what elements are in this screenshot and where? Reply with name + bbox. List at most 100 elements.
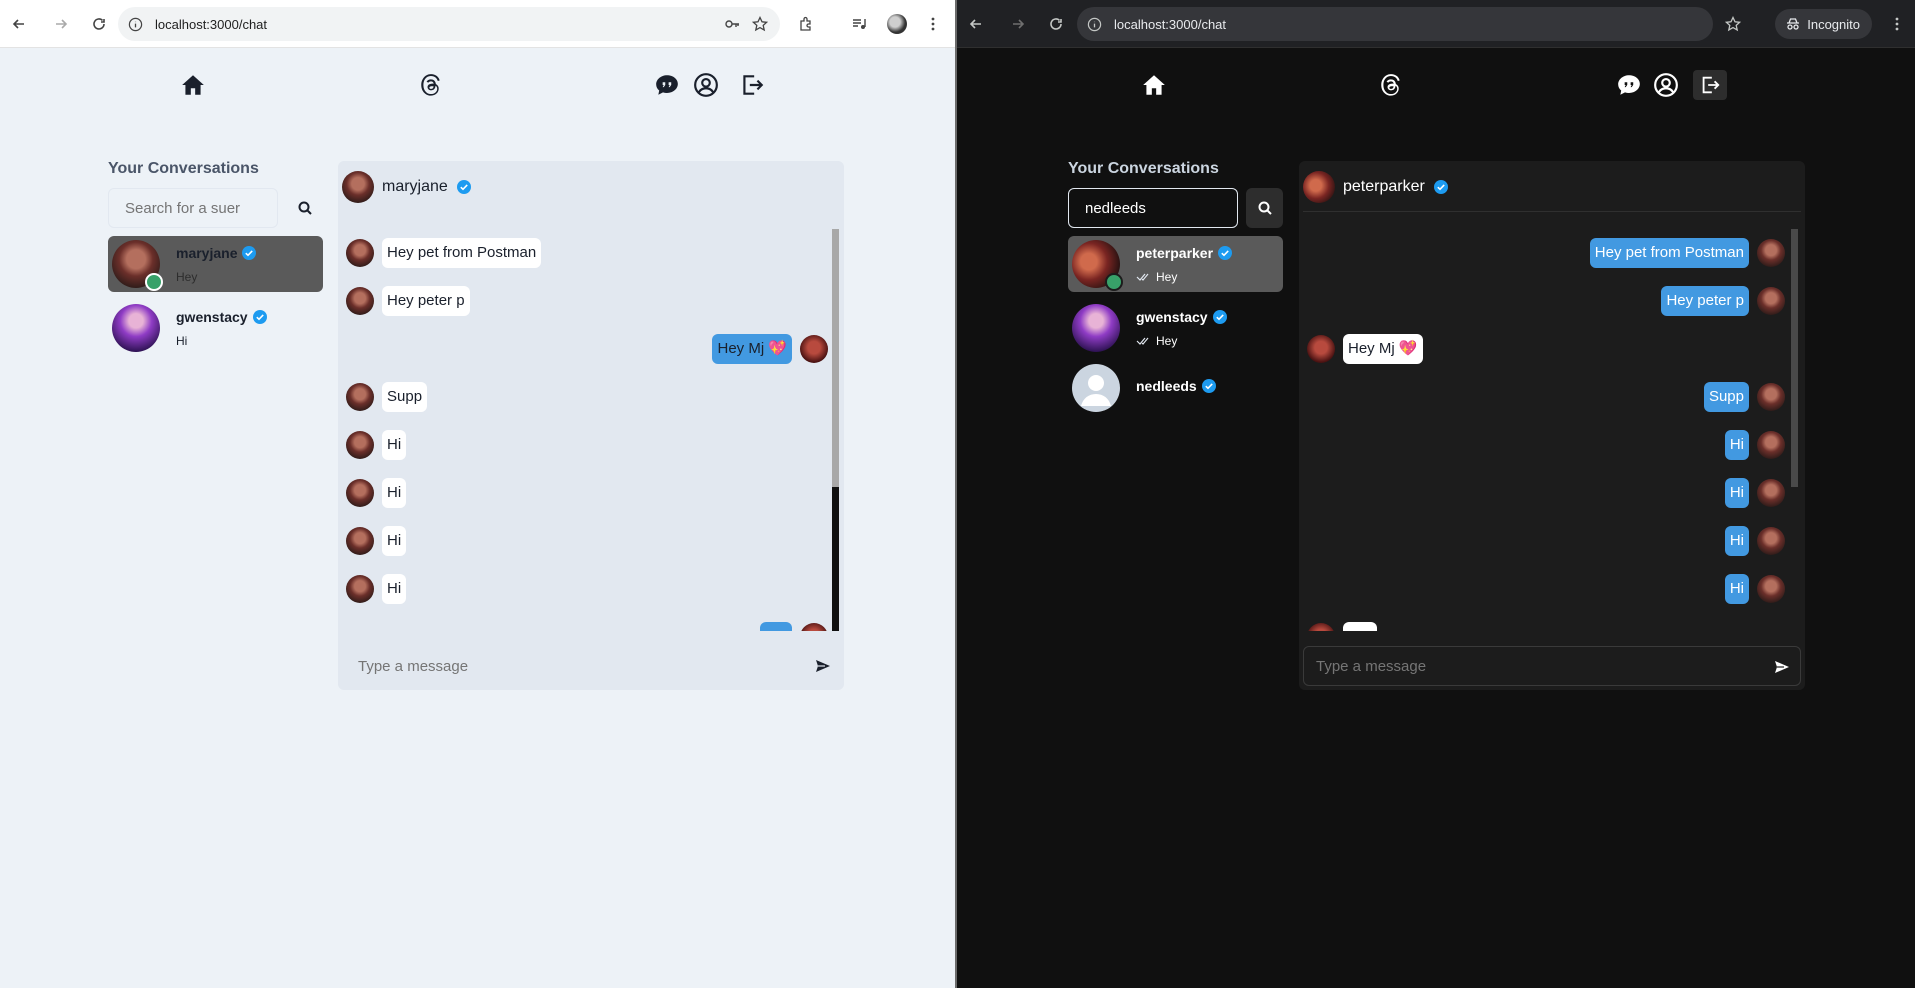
message-sent: Hi — [1307, 469, 1785, 517]
bookmark-star-icon[interactable] — [752, 16, 768, 32]
search-button[interactable] — [1246, 188, 1283, 228]
messages-scrollbar[interactable] — [832, 229, 839, 631]
conversation-name: peterparker — [1136, 244, 1214, 261]
bookmark-star-icon[interactable] — [1725, 16, 1741, 32]
conversation-item-nedleeds[interactable]: nedleeds — [1068, 360, 1283, 416]
own-avatar — [1757, 575, 1785, 603]
message-received — [1307, 613, 1785, 631]
forward-icon[interactable] — [1007, 13, 1029, 35]
back-icon[interactable] — [8, 13, 30, 35]
last-message: Hey — [1156, 333, 1178, 348]
search-input[interactable] — [108, 188, 278, 228]
conversation-item-gwenstacy[interactable]: gwenstacy Hey — [1068, 300, 1283, 356]
reload-icon[interactable] — [1045, 13, 1067, 35]
site-info-icon[interactable] — [1087, 17, 1102, 32]
message-bubble: Hi — [382, 478, 407, 508]
message-received: Hi — [346, 517, 828, 565]
forward-icon[interactable] — [50, 13, 72, 35]
verified-icon — [1218, 245, 1233, 260]
message-bubble: Hey Mj 💖 — [1343, 334, 1423, 364]
reload-icon[interactable] — [88, 13, 110, 35]
own-avatar — [1757, 431, 1785, 459]
own-avatar — [1757, 527, 1785, 555]
sender-avatar — [1307, 335, 1335, 363]
profile-icon[interactable] — [693, 72, 719, 98]
chat-user-avatar — [1303, 171, 1335, 203]
address-bar[interactable]: localhost:3000/chat — [1077, 7, 1741, 41]
scrollbar-thumb[interactable] — [1791, 229, 1798, 487]
chat-bubble-icon[interactable] — [654, 72, 680, 98]
header-divider — [1303, 211, 1801, 212]
incognito-icon — [1787, 18, 1800, 30]
verified-icon — [456, 180, 471, 194]
search-input[interactable] — [1068, 188, 1238, 228]
online-indicator — [1105, 273, 1123, 291]
profile-icon[interactable] — [1653, 72, 1679, 98]
search-button[interactable] — [286, 188, 323, 228]
conversation-name: gwenstacy — [1136, 308, 1208, 325]
verified-icon — [1201, 379, 1216, 393]
browser-menu-icon[interactable] — [1889, 16, 1905, 32]
conversation-item-gwenstacy[interactable]: gwenstacy Hi — [108, 300, 323, 356]
conversation-item-peterparker[interactable]: peterparker Hey — [1068, 236, 1283, 292]
own-avatar — [1757, 383, 1785, 411]
browser-menu-icon[interactable] — [925, 16, 941, 32]
sender-avatar — [346, 239, 374, 267]
scrollbar-thumb[interactable] — [832, 229, 839, 487]
logout-button[interactable] — [1693, 70, 1727, 100]
message-sent — [346, 613, 828, 631]
message-sent: Hi — [1307, 421, 1785, 469]
message-input[interactable] — [358, 657, 778, 675]
home-icon[interactable] — [180, 72, 206, 98]
messages-scrollbar[interactable] — [1791, 229, 1798, 631]
send-icon[interactable] — [815, 658, 831, 674]
chat-user-name: maryjane — [382, 178, 448, 195]
message-bubble — [1343, 622, 1377, 631]
message-input-wrapper — [346, 646, 841, 686]
message-bubble: Hey peter p — [1661, 286, 1749, 316]
message-bubble: Hey pet from Postman — [1589, 238, 1749, 268]
conversation-name: maryjane — [176, 244, 238, 261]
address-bar[interactable]: localhost:3000/chat — [118, 7, 780, 41]
sender-avatar — [346, 479, 374, 507]
message-sent: Hi — [1307, 565, 1785, 613]
message-received: Hey peter p — [346, 277, 828, 325]
conversation-item-maryjane[interactable]: maryjane Hey — [108, 236, 323, 292]
conversation-name: nedleeds — [1136, 378, 1197, 394]
message-input[interactable] — [1316, 657, 1736, 675]
search-icon — [1258, 201, 1272, 215]
verified-icon — [1433, 180, 1448, 194]
search-icon — [298, 201, 312, 215]
message-bubble: Hi — [1724, 430, 1749, 460]
threads-logo-icon[interactable] — [418, 72, 444, 98]
media-control-icon[interactable] — [851, 16, 867, 32]
message-bubble: Hi — [382, 430, 407, 460]
back-icon[interactable] — [965, 13, 987, 35]
message-bubble: Hi — [382, 526, 407, 556]
message-sent: Hey Mj 💖 — [346, 325, 828, 373]
conversation-name: gwenstacy — [176, 308, 248, 325]
messages-list[interactable]: Hey pet from Postman Hey peter p Hey Mj … — [346, 229, 828, 631]
message-sent: Hi — [1307, 517, 1785, 565]
sender-avatar — [346, 383, 374, 411]
own-avatar — [800, 623, 828, 631]
site-info-icon[interactable] — [128, 17, 143, 32]
threads-logo-icon[interactable] — [1378, 72, 1404, 98]
double-check-icon — [1136, 337, 1149, 345]
logout-icon[interactable] — [739, 72, 765, 98]
own-avatar — [1757, 239, 1785, 267]
send-icon[interactable] — [1774, 659, 1790, 675]
incognito-indicator[interactable]: Incognito — [1775, 9, 1872, 39]
scrollbar-track-dark — [832, 487, 839, 631]
chat-header: peterparker — [1303, 171, 1449, 203]
messages-list[interactable]: Hey pet from Postman Hey peter p Hey Mj … — [1307, 229, 1785, 631]
message-bubble: Hi — [1724, 574, 1749, 604]
browser-toolbar: localhost:3000/chat Incognito — [957, 0, 1915, 48]
extensions-icon[interactable] — [798, 16, 814, 32]
online-indicator — [145, 273, 163, 291]
home-icon[interactable] — [1141, 72, 1167, 98]
message-bubble: Supp — [382, 382, 428, 412]
chat-bubble-icon[interactable] — [1616, 72, 1642, 98]
profile-avatar[interactable] — [887, 14, 907, 34]
password-key-icon[interactable] — [724, 16, 740, 32]
